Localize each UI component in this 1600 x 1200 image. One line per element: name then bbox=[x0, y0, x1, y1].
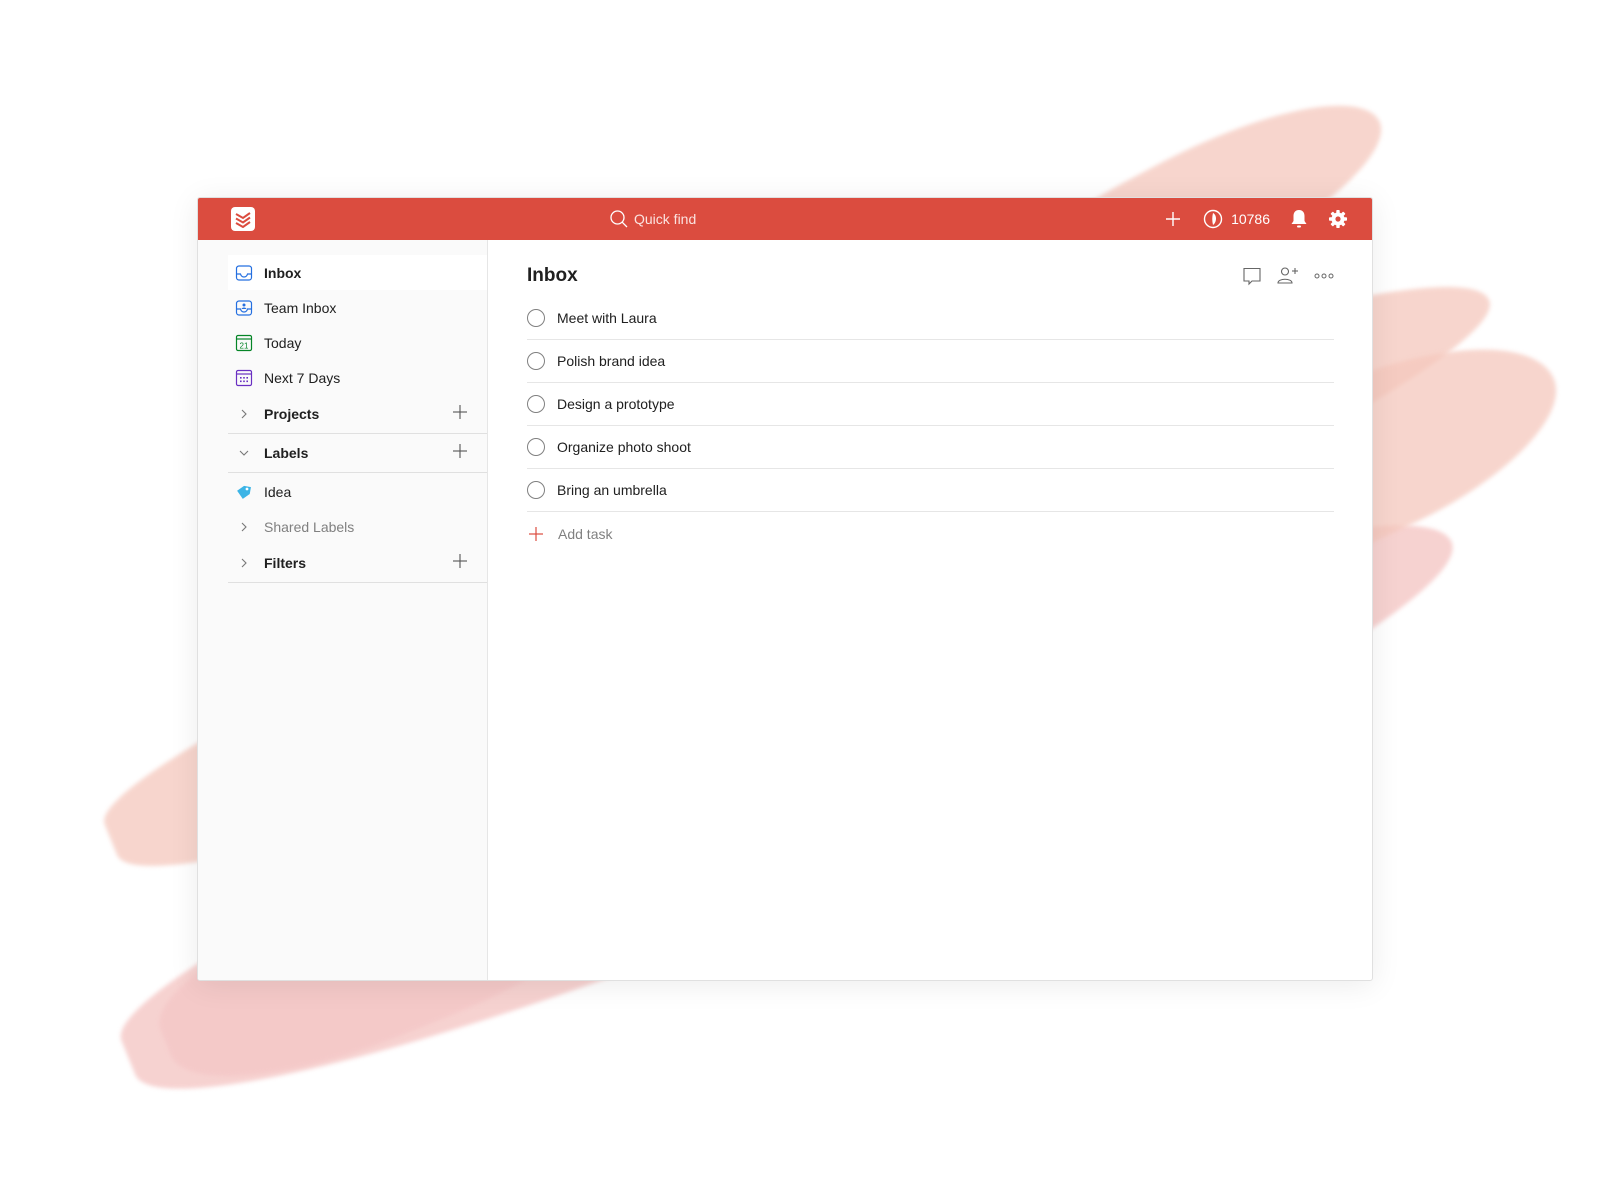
quick-add-button[interactable] bbox=[1165, 211, 1181, 227]
section-title: Labels bbox=[264, 445, 309, 461]
comment-icon bbox=[1243, 267, 1261, 286]
task-content[interactable]: Meet with Laura bbox=[557, 310, 657, 326]
task-content[interactable]: Organize photo shoot bbox=[557, 439, 691, 455]
sidebar-item-today[interactable]: 21 Today bbox=[228, 325, 487, 360]
sidebar-item-label: Idea bbox=[264, 483, 292, 500]
gear-icon bbox=[1329, 210, 1347, 228]
page-title: Inbox bbox=[527, 265, 578, 286]
chevron-right-icon[interactable] bbox=[235, 409, 253, 419]
karma-count: 10786 bbox=[1231, 211, 1270, 227]
task-item[interactable]: Organize photo shoot bbox=[527, 426, 1334, 469]
svg-text:21: 21 bbox=[240, 341, 249, 350]
sidebar-item-label: Team Inbox bbox=[264, 299, 337, 316]
add-person-icon bbox=[1277, 267, 1298, 284]
app-window: Quick find 10786 Inbox Team Inbox 21 Tod… bbox=[197, 197, 1373, 981]
sidebar-item-label: Today bbox=[264, 334, 302, 351]
sidebar-section-filters[interactable]: Filters bbox=[228, 544, 487, 583]
plus-icon bbox=[1166, 212, 1181, 226]
sidebar-item-shared-labels[interactable]: Shared Labels bbox=[228, 509, 487, 544]
task-checkbox[interactable] bbox=[527, 438, 545, 456]
add-task-label: Add task bbox=[558, 525, 613, 542]
karma-button[interactable]: 10786 bbox=[1203, 209, 1270, 229]
karma-icon bbox=[1203, 209, 1223, 229]
task-item[interactable]: Meet with Laura bbox=[527, 297, 1334, 340]
task-checkbox[interactable] bbox=[527, 395, 545, 413]
sidebar-item-label: Next 7 Days bbox=[264, 369, 341, 386]
sidebar-section-labels[interactable]: Labels bbox=[228, 434, 487, 473]
search-placeholder: Quick find bbox=[634, 211, 697, 227]
logo-icon bbox=[235, 212, 251, 228]
plus-icon bbox=[453, 554, 467, 568]
chevron-down-icon[interactable] bbox=[235, 448, 253, 458]
inbox-icon bbox=[235, 264, 253, 282]
task-item[interactable]: Bring an umbrella bbox=[527, 469, 1334, 512]
task-item[interactable]: Polish brand idea bbox=[527, 340, 1334, 383]
task-list: Meet with Laura Polish brand idea Design… bbox=[527, 297, 1334, 555]
share-button[interactable] bbox=[1276, 266, 1300, 286]
task-content[interactable]: Bring an umbrella bbox=[557, 482, 667, 498]
section-title: Filters bbox=[264, 555, 307, 571]
calendar-today-icon: 21 bbox=[235, 334, 253, 352]
task-checkbox[interactable] bbox=[527, 309, 545, 327]
chevron-right-icon[interactable] bbox=[235, 522, 253, 532]
sidebar-item-inbox[interactable]: Inbox bbox=[228, 255, 487, 290]
quick-find-search[interactable]: Quick find bbox=[610, 208, 696, 230]
comments-button[interactable] bbox=[1242, 266, 1262, 286]
task-content[interactable]: Design a prototype bbox=[557, 396, 675, 412]
more-icon bbox=[1314, 273, 1334, 279]
sidebar-item-label: Inbox bbox=[264, 264, 302, 281]
sidebar-item-team-inbox[interactable]: Team Inbox bbox=[228, 290, 487, 325]
search-icon bbox=[610, 210, 628, 228]
more-options-button[interactable] bbox=[1314, 272, 1334, 280]
sidebar-item-label-idea[interactable]: Idea bbox=[228, 474, 487, 509]
top-bar: Quick find 10786 bbox=[198, 198, 1372, 240]
notifications-button[interactable] bbox=[1290, 209, 1308, 229]
sidebar-section-projects[interactable]: Projects bbox=[228, 395, 487, 434]
app-logo[interactable] bbox=[231, 207, 255, 231]
sidebar-item-next-7-days[interactable]: Next 7 Days bbox=[228, 360, 487, 395]
sidebar: Inbox Team Inbox 21 Today Next 7 Days Pr… bbox=[198, 240, 488, 980]
label-tag-icon bbox=[235, 483, 253, 501]
task-item[interactable]: Design a prototype bbox=[527, 383, 1334, 426]
section-title: Projects bbox=[264, 406, 320, 422]
plus-icon bbox=[529, 526, 543, 541]
sidebar-item-label: Shared Labels bbox=[264, 518, 355, 535]
chevron-right-icon[interactable] bbox=[235, 558, 253, 568]
main-content: Inbox Meet with Laura Polish brand idea bbox=[488, 240, 1372, 980]
plus-icon bbox=[453, 444, 467, 458]
task-checkbox[interactable] bbox=[527, 481, 545, 499]
bell-icon bbox=[1291, 210, 1307, 228]
plus-icon bbox=[453, 405, 467, 419]
add-filter-button[interactable] bbox=[453, 554, 467, 571]
settings-button[interactable] bbox=[1328, 209, 1348, 229]
calendar-week-icon bbox=[235, 369, 253, 387]
add-label-button[interactable] bbox=[453, 444, 467, 461]
task-content[interactable]: Polish brand idea bbox=[557, 353, 665, 369]
add-task-button[interactable]: Add task bbox=[527, 512, 1334, 555]
add-project-button[interactable] bbox=[453, 405, 467, 422]
team-inbox-icon bbox=[235, 299, 253, 317]
task-checkbox[interactable] bbox=[527, 352, 545, 370]
